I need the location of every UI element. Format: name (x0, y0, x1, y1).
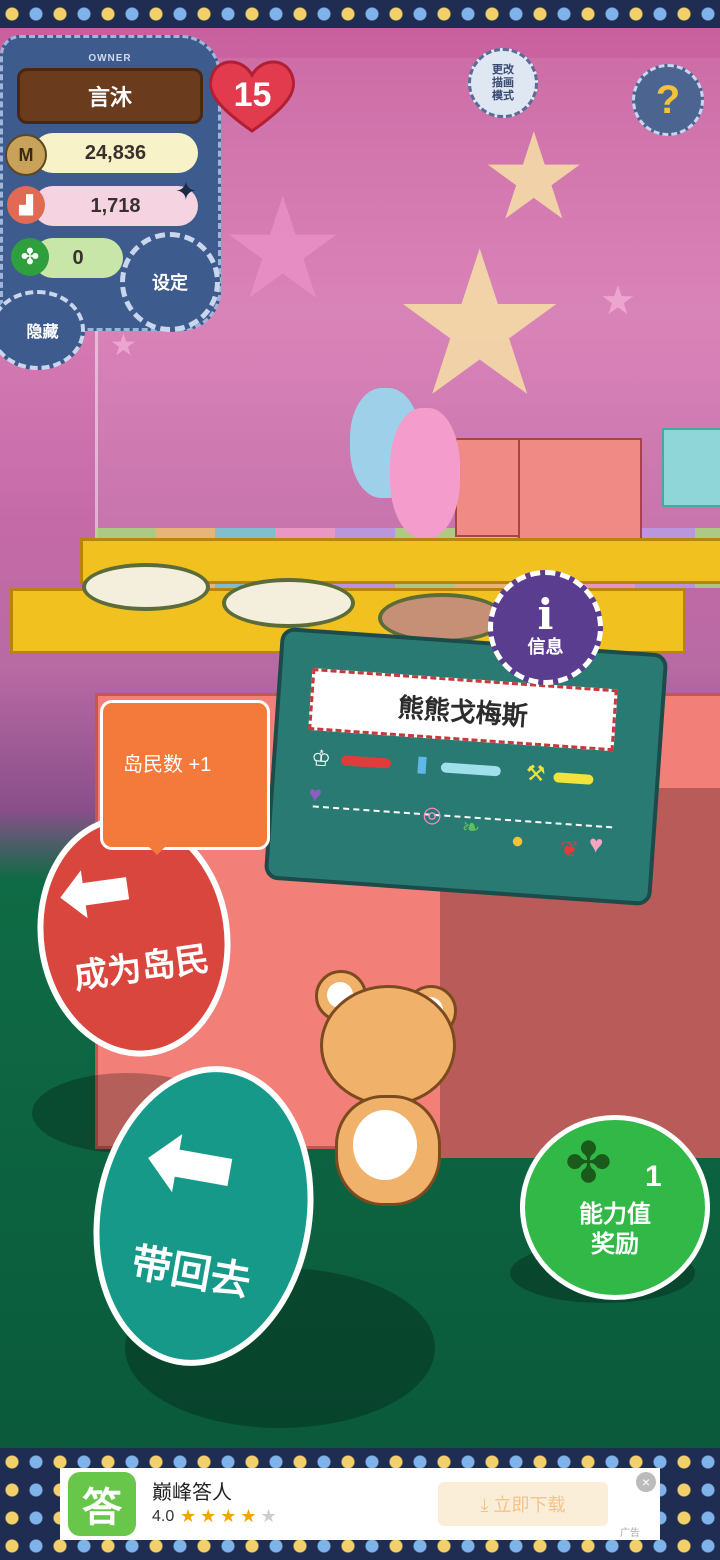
craft-stat-bar (553, 772, 594, 785)
question-icon: ? (655, 77, 681, 122)
level-heart: 15 (205, 55, 300, 135)
bear-belly (353, 1110, 417, 1180)
study-stat-bar (440, 762, 502, 777)
reward-count: 1 (645, 1160, 662, 1193)
top-star-border (0, 0, 720, 28)
info-icon: i (537, 589, 554, 639)
sparkle-icon: ✦ (175, 176, 197, 206)
broken-heart-icon: ♥ (307, 781, 323, 807)
download-label: ⤓ 立即下载 (480, 1495, 566, 1515)
owner-nameplate: OWNER 言沐 (17, 53, 203, 124)
arrow-left-icon: ⬅ (50, 836, 140, 946)
materials-value: 1,718 (90, 194, 141, 217)
clover-icon: ✤ (11, 238, 49, 276)
take-back-label: 带回去 (128, 1240, 254, 1305)
hammer-icon: ⚒ (524, 760, 547, 787)
stars-filled: ★★★★ (180, 1506, 261, 1526)
coins-value: 24,836 (84, 141, 147, 164)
character-name-banner: 熊熊戈梅斯 (308, 668, 618, 752)
settings-button[interactable]: 设定 (120, 232, 220, 332)
basket-icon: ▟ (7, 186, 45, 224)
info-label: 信息 (527, 636, 564, 657)
info-button[interactable]: i 信息 (488, 570, 603, 685)
arrow-left-icon: ⬅ (135, 1093, 248, 1232)
bubble-text: 岛民数 +1 (123, 754, 212, 776)
player-name: 言沐 (87, 85, 132, 110)
bear-character[interactable] (315, 970, 465, 1220)
settings-label: 设定 (152, 273, 188, 293)
cooking-stat-bar (340, 755, 392, 769)
character-name: 熊熊戈梅斯 (396, 691, 529, 731)
materials-counter: 1,718 (33, 186, 198, 226)
coins-counter: 24,836 (33, 133, 198, 173)
ad-title: 巅峰答人 (152, 1482, 232, 1504)
ad-mark: 广告 (620, 1528, 640, 1539)
toy-box (518, 438, 642, 542)
book-icon: ▮ (415, 750, 430, 777)
app-icon-text: 答 (82, 1486, 122, 1530)
lollipop-icon: ◎ (421, 801, 443, 828)
chef-hat-icon: ♔ (310, 745, 332, 772)
pink-bear-toy[interactable] (390, 408, 460, 538)
toy-box (662, 428, 720, 507)
clover-icon: ✤ (565, 1131, 612, 1194)
help-button[interactable]: ? (632, 64, 704, 136)
ad-rating: 4.0 (152, 1508, 175, 1525)
mode-label: 更改 描画 模式 (492, 63, 514, 102)
bear-head (320, 985, 456, 1106)
close-icon[interactable]: × (636, 1472, 656, 1492)
star-empty: ★ (260, 1506, 281, 1526)
chili-icon: ❦ (559, 835, 580, 863)
ability-reward-button[interactable]: ✤ 1 能力值 奖励 (520, 1115, 710, 1300)
close-glyph: × (641, 1474, 651, 1490)
arrow-pedestal[interactable] (82, 563, 210, 611)
app-icon: 答 (68, 1472, 136, 1536)
islander-count-bubble: 岛民数 +1 (100, 700, 270, 855)
clovers-value: 0 (72, 246, 84, 269)
arrow-pedestal[interactable] (222, 578, 355, 628)
pig-icon: ● (510, 827, 526, 854)
reward-label: 能力值 奖励 (579, 1201, 651, 1258)
heart-like-icon: ♥ (587, 830, 605, 859)
download-button[interactable]: ⤓ 立即下载 (438, 1482, 608, 1526)
star-rating-icon: ★★★★★ (180, 1506, 281, 1527)
character-info-panel: 熊熊戈梅斯 ♔ ▮ ⚒ ♥ ◎ ❧ ● ❦ ♥ (263, 626, 669, 907)
hide-label: 隐藏 (26, 324, 59, 341)
ad-banner[interactable]: 答 巅峰答人 4.0 ★★★★★ ⤓ 立即下载 × 广告 (60, 1468, 660, 1540)
change-render-mode-button[interactable]: 更改 描画 模式 (468, 48, 538, 118)
coin-icon: M (5, 134, 47, 176)
owner-label: OWNER (88, 53, 132, 64)
leaf-icon: ❧ (460, 813, 482, 841)
level-value: 15 (233, 75, 272, 114)
